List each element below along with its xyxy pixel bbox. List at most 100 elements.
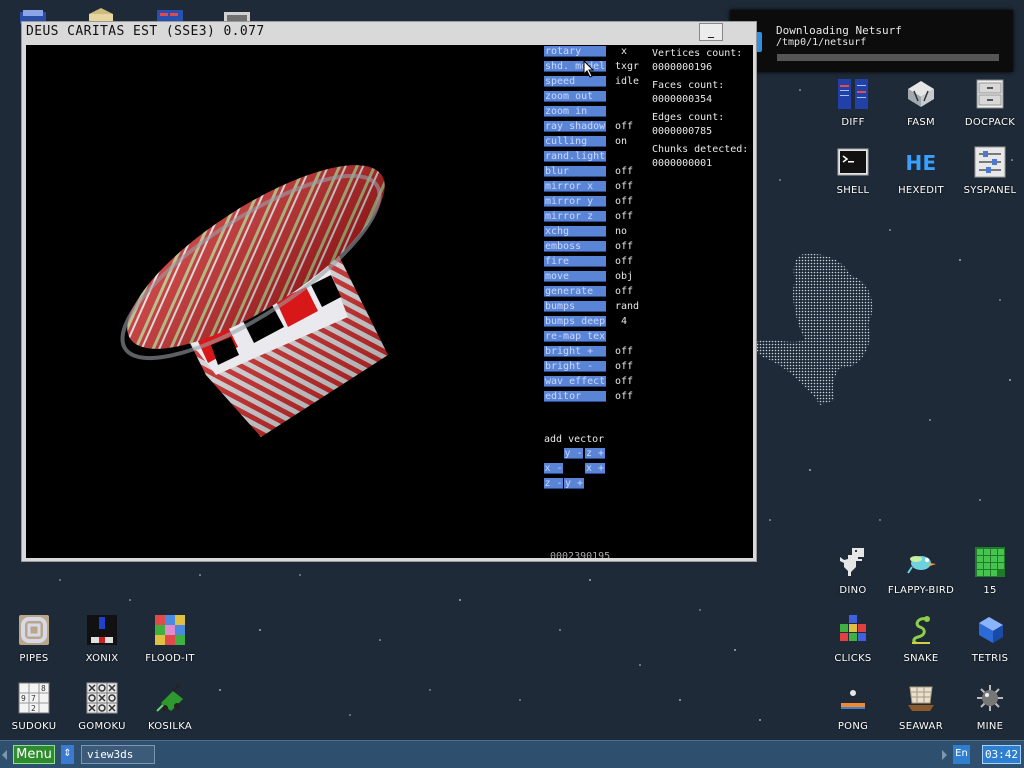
taskbar-scroll-left-icon[interactable] <box>2 750 7 760</box>
add-vector-x-minus-button[interactable]: x - <box>544 463 563 474</box>
mirror-y-button[interactable]: mirror y <box>544 196 606 207</box>
editor-button[interactable]: editor <box>544 391 606 402</box>
desktop-icon-pong[interactable]: PONG <box>819 681 887 732</box>
desktop-icon-15[interactable]: 15 <box>956 545 1024 596</box>
svg-text:2: 2 <box>31 704 36 713</box>
menu-button[interactable]: Menu <box>13 745 55 764</box>
download-notification[interactable]: Downloading Netsurf /tmp0/1/netsurf <box>730 10 1013 72</box>
flood-it-icon <box>155 615 185 645</box>
vertices-count-value: 0000000196 <box>652 62 713 73</box>
editor-value: off <box>615 391 634 402</box>
keyboard-language-indicator[interactable]: En <box>953 745 970 764</box>
add-vector-y-plus-button[interactable]: y + <box>564 478 584 489</box>
desktop-tree-decoration <box>754 253 873 405</box>
desktop-icon-pipes[interactable]: PIPES <box>0 613 68 664</box>
desktop-icon-label: DINO <box>839 585 867 596</box>
zoom-out-button[interactable]: zoom out <box>544 91 606 102</box>
add-vector-x-plus-button[interactable]: x + <box>585 463 605 474</box>
task-switch-button[interactable]: ⇕ <box>61 745 74 764</box>
fasm-icon <box>908 81 934 107</box>
fire-value: off <box>615 256 634 267</box>
render-viewport[interactable]: rotary x shd. model txgr speed idle zoom out zo… <box>26 45 753 558</box>
zoom-in-button[interactable]: zoom in <box>544 106 606 117</box>
bumps-deep-button[interactable]: bumps deep <box>544 316 606 327</box>
blur-button[interactable]: blur <box>544 166 606 177</box>
ray-shadow-button[interactable]: ray shadow <box>544 121 606 132</box>
generate-button[interactable]: generate <box>544 286 606 297</box>
taskbar-clock[interactable]: 03:42 <box>982 745 1021 764</box>
desktop-icon-shell[interactable]: SHELL <box>819 145 887 196</box>
diff-icon <box>838 79 868 109</box>
bright-button[interactable]: bright + <box>544 346 606 357</box>
edges-count-value: 0000000785 <box>652 126 713 137</box>
desktop-icon-label: DOCPACK <box>964 117 1016 128</box>
bright-value: off <box>615 346 634 357</box>
hexedit-icon: HE <box>905 151 936 175</box>
desktop-icon-label: SUDOKU <box>11 721 57 732</box>
speed-button[interactable]: speed <box>544 76 606 87</box>
desktop-icon-tetris[interactable]: TETRIS <box>956 613 1024 664</box>
download-progress-bar <box>777 54 999 61</box>
desktop-icon-gomoku[interactable]: GOMOKU <box>68 681 136 732</box>
svg-text:HE: HE <box>905 151 936 175</box>
desktop-icon-docpack[interactable]: DOCPACK <box>956 77 1024 128</box>
mirror-z-button[interactable]: mirror z <box>544 211 606 222</box>
desktop-icon-mine[interactable]: MINE <box>956 681 1024 732</box>
mine-icon <box>977 685 1003 711</box>
desktop-icon-clicks[interactable]: CLICKS <box>819 613 887 664</box>
taskbar-scroll-right-icon[interactable] <box>942 750 947 760</box>
desktop-icon-syspanel[interactable]: SYSPANEL <box>956 145 1024 196</box>
desktop-icon-seawar[interactable]: SEAWAR <box>887 681 955 732</box>
shd-model-button[interactable]: shd. model <box>544 61 606 72</box>
frame-counter: 0002390195 <box>550 551 611 558</box>
minimize-button[interactable]: _ <box>699 23 723 41</box>
desktop-icon-label: SEAWAR <box>899 721 943 732</box>
desktop-icon-label: SHELL <box>836 185 870 196</box>
snake-icon <box>912 616 930 645</box>
desktop-icon-dino[interactable]: DINO <box>819 545 887 596</box>
desktop-icon-diff[interactable]: DIFF <box>819 77 887 128</box>
mirror-x-button[interactable]: mirror x <box>544 181 606 192</box>
culling-button[interactable]: culling <box>544 136 606 147</box>
rendered-3d-object <box>120 165 388 437</box>
desktop-icon-sudoku[interactable]: 8 972 SUDOKU <box>0 681 68 732</box>
desktop-icon-label: SNAKE <box>903 653 939 664</box>
bumps-value: rand <box>615 301 640 312</box>
desktop-icon-fasm[interactable]: FASM <box>887 77 955 128</box>
kosilka-icon <box>156 684 183 712</box>
svg-text:9: 9 <box>21 694 26 703</box>
re-map-tex-button[interactable]: re-map tex <box>544 331 606 342</box>
move-button[interactable]: move <box>544 271 606 282</box>
flappy-bird-icon <box>907 556 936 574</box>
xchg-value: no <box>615 226 628 237</box>
desktop-icon-label: PIPES <box>19 653 49 664</box>
pong-icon <box>841 690 865 709</box>
bright-button[interactable]: bright - <box>544 361 606 372</box>
rand-light-button[interactable]: rand.light <box>544 151 606 162</box>
tetris-icon <box>979 617 1003 643</box>
docpack-icon <box>976 79 1004 109</box>
add-vector-z-plus-button[interactable]: z + <box>585 448 605 459</box>
bumps-button[interactable]: bumps <box>544 301 606 312</box>
wav-effect-button[interactable]: wav effect <box>544 376 606 387</box>
desktop-icon-xonix[interactable]: XONIX <box>68 613 136 664</box>
desktop-icon-label: DIFF <box>841 117 865 128</box>
xchg-button[interactable]: xchg <box>544 226 606 237</box>
add-vector-z-minus-button[interactable]: z - <box>544 478 563 489</box>
dino-icon <box>840 548 864 576</box>
desktop-icon-kosilka[interactable]: KOSILKA <box>136 681 204 732</box>
rotary-button[interactable]: rotary <box>544 46 606 57</box>
fire-button[interactable]: fire <box>544 256 606 267</box>
app-window[interactable]: DEUS CARITAS EST (SSE3) 0.077 _ rotary x… <box>21 21 757 562</box>
desktop-icon-snake[interactable]: SNAKE <box>887 613 955 664</box>
desktop-icon-label: HEXEDIT <box>898 185 944 196</box>
desktop-icon-hexedit[interactable]: HE HEXEDIT <box>887 145 955 196</box>
desktop-icon-flood-it[interactable]: FLOOD-IT <box>136 613 204 664</box>
emboss-button[interactable]: emboss <box>544 241 606 252</box>
desktop-icon-flappy-bird[interactable]: FLAPPY-BIRD <box>887 545 955 596</box>
notification-path: /tmp0/1/netsurf <box>776 37 867 48</box>
taskbar-task-view3ds[interactable]: view3ds <box>81 745 155 764</box>
bumps-deep-value: 4 <box>621 316 628 327</box>
fifteen-icon <box>975 547 1005 577</box>
add-vector-y-minus-button[interactable]: y - <box>564 448 583 459</box>
